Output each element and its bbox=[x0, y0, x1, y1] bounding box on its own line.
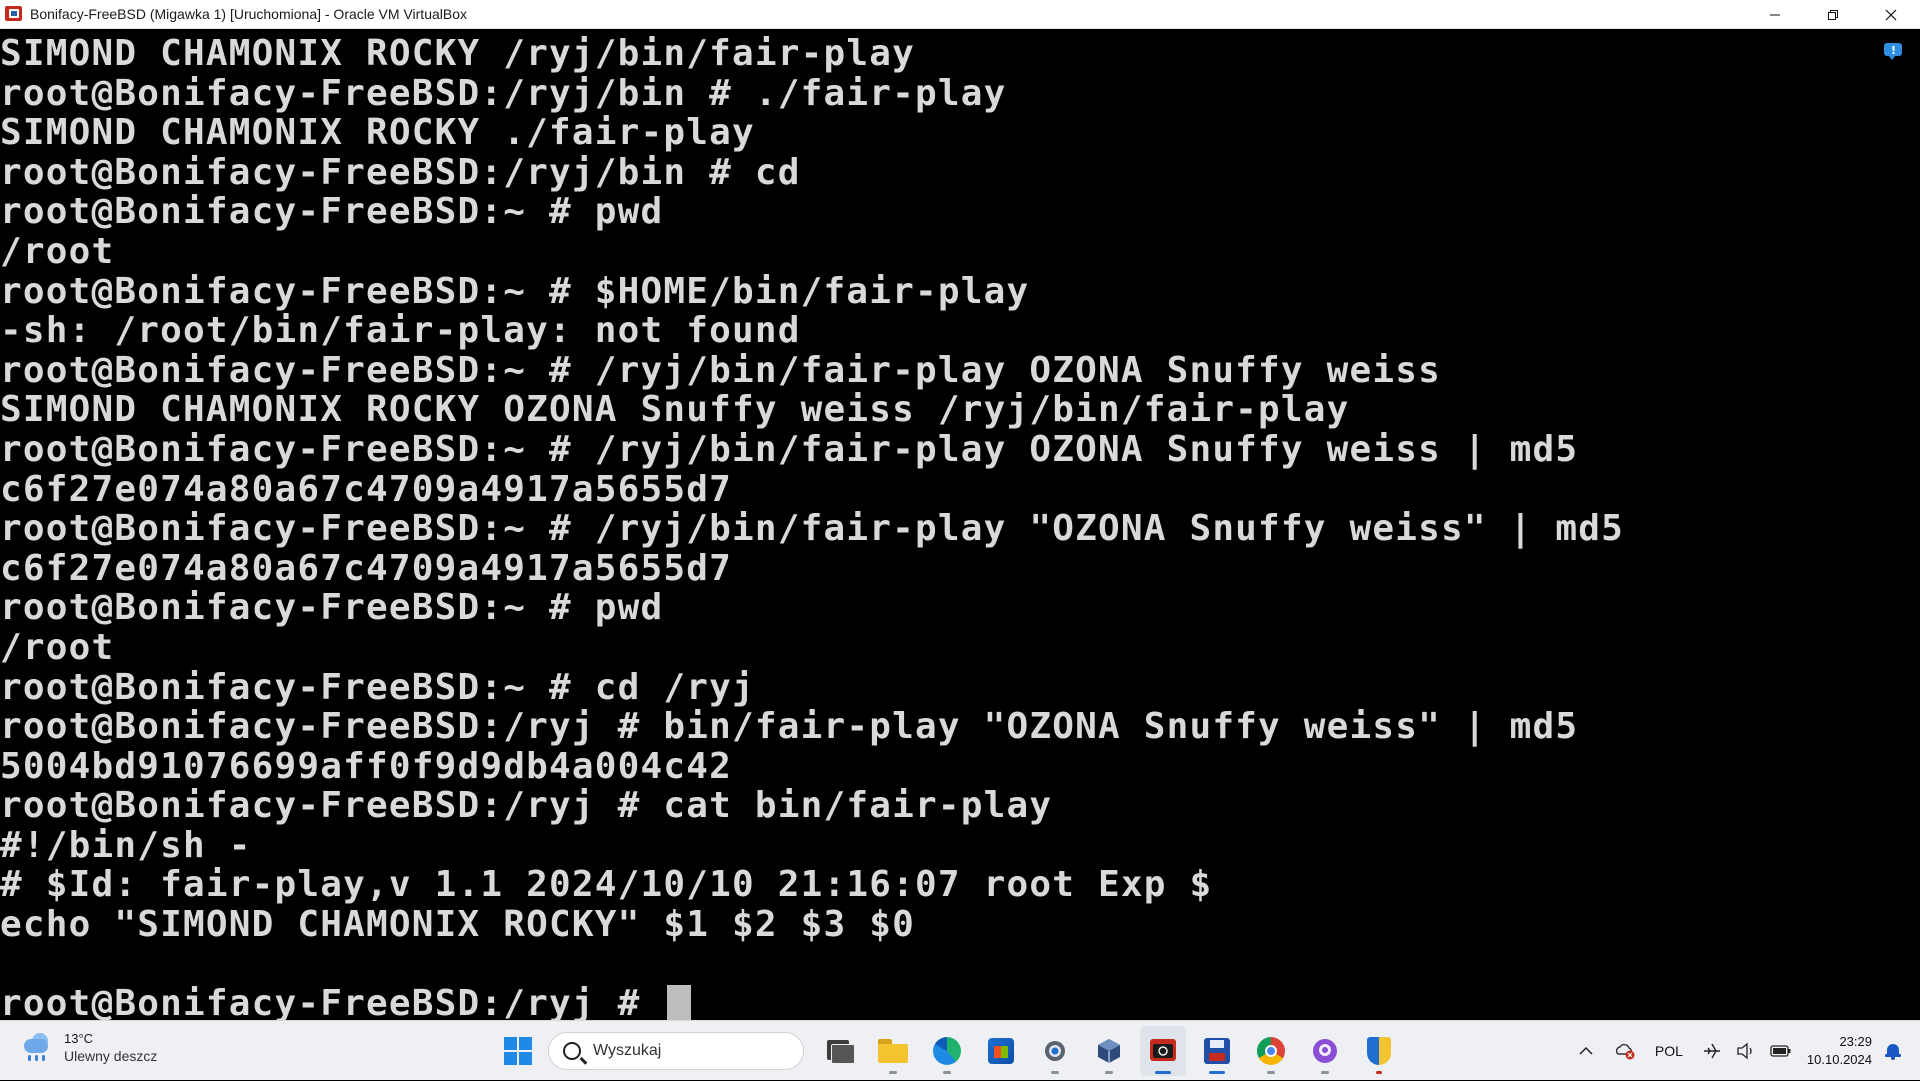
save-app-icon bbox=[1204, 1038, 1230, 1064]
terminal-line: 5004bd91076699aff0f9d9db4a004c42 bbox=[0, 745, 732, 787]
taskbar-center: Wyszukaj bbox=[496, 1021, 1406, 1081]
network-button[interactable] bbox=[1702, 1042, 1722, 1060]
battery-charging-icon bbox=[1770, 1045, 1791, 1057]
task-view-button[interactable] bbox=[816, 1026, 862, 1076]
language-indicator[interactable]: POL bbox=[1655, 1043, 1683, 1059]
clock-time: 23:29 bbox=[1839, 1034, 1872, 1049]
terminal-line: root@Bonifacy-FreeBSD:~ # $HOME/bin/fair… bbox=[0, 270, 1030, 312]
restore-icon bbox=[1828, 9, 1838, 20]
volume-icon bbox=[1737, 1042, 1752, 1060]
window-title: Bonifacy-FreeBSD (Migawka 1) [Uruchomion… bbox=[30, 6, 468, 22]
windows-logo-icon bbox=[504, 1037, 532, 1065]
minimize-button[interactable] bbox=[1746, 0, 1804, 29]
settings-button[interactable] bbox=[1032, 1026, 1078, 1076]
window-controls bbox=[1746, 0, 1920, 29]
weather-description: Ulewny deszcz bbox=[64, 1047, 158, 1064]
terminal-app-icon bbox=[1150, 1039, 1176, 1061]
terminal-line: c6f27e074a80a67c4709a4917a5655d7 bbox=[0, 468, 732, 510]
terminal-line: root@Bonifacy-FreeBSD:~ # /ryj/bin/fair-… bbox=[0, 428, 1579, 470]
chevron-up-icon bbox=[1579, 1046, 1593, 1055]
chrome-button[interactable] bbox=[1248, 1026, 1294, 1076]
restore-button[interactable] bbox=[1804, 0, 1862, 29]
terminal-line: root@Bonifacy-FreeBSD:~ # pwd bbox=[0, 587, 664, 629]
terminal-line: root@Bonifacy-FreeBSD:~ # /ryj/bin/fair-… bbox=[0, 508, 1625, 550]
settings-icon bbox=[1045, 1041, 1065, 1061]
edge-icon bbox=[933, 1037, 961, 1065]
terminal-line: root@Bonifacy-FreeBSD:/ryj/bin # ./fair-… bbox=[0, 72, 1007, 114]
terminal-line: root@Bonifacy-FreeBSD:~ # pwd bbox=[0, 191, 664, 233]
notification-bell-icon[interactable] bbox=[1884, 1042, 1902, 1060]
vm-notification-icon[interactable]: ! bbox=[1884, 43, 1904, 61]
terminal-line: # $Id: fair-play,v 1.1 2024/10/10 21:16:… bbox=[0, 864, 1213, 906]
terminal-line: /root bbox=[0, 626, 115, 668]
task-view-icon bbox=[825, 1040, 855, 1064]
close-button[interactable] bbox=[1862, 0, 1920, 29]
terminal-line: echo "SIMOND CHAMONIX ROCKY" $1 $2 $3 $0 bbox=[0, 904, 915, 946]
virtualbox-icon bbox=[1098, 1039, 1120, 1063]
security-button[interactable] bbox=[1356, 1026, 1402, 1076]
github-button[interactable] bbox=[1302, 1026, 1348, 1076]
vm-console[interactable]: SIMOND CHAMONIX ROCKY /ryj/bin/fair-play… bbox=[0, 29, 1920, 1020]
terminal-output: SIMOND CHAMONIX ROCKY /ryj/bin/fair-play… bbox=[0, 34, 1624, 1020]
cloud-error-icon bbox=[1615, 1043, 1635, 1060]
terminal-line: root@Bonifacy-FreeBSD:~ # /ryj/bin/fair-… bbox=[0, 349, 1442, 391]
search-placeholder: Wyszukaj bbox=[593, 1042, 662, 1059]
start-button[interactable] bbox=[496, 1029, 540, 1073]
github-icon bbox=[1313, 1039, 1337, 1063]
system-tray: POL 23:29 10.10.2024 bbox=[1572, 1021, 1920, 1081]
terminal-line: SIMOND CHAMONIX ROCKY ./fair-play bbox=[0, 112, 755, 154]
rain-cloud-icon bbox=[20, 1029, 56, 1065]
virtualbox-button[interactable] bbox=[1086, 1026, 1132, 1076]
terminal-line: root@Bonifacy-FreeBSD:~ # cd /ryj bbox=[0, 666, 755, 708]
terminal-prompt-line[interactable]: root@Bonifacy-FreeBSD:/ryj # bbox=[0, 984, 1624, 1020]
clock-date: 10.10.2024 bbox=[1806, 1052, 1872, 1067]
tray-overflow-button[interactable] bbox=[1579, 1046, 1593, 1056]
minimize-icon bbox=[1770, 14, 1780, 15]
terminal-line: root@Bonifacy-FreeBSD:/ryj/bin # cd bbox=[0, 151, 801, 193]
taskbar: 13°C Ulewny deszcz Wyszukaj POL 23:29 10… bbox=[0, 1020, 1920, 1080]
security-icon bbox=[1367, 1037, 1391, 1065]
onedrive-button[interactable] bbox=[1614, 1042, 1636, 1060]
store-button[interactable] bbox=[978, 1026, 1024, 1076]
terminal-cursor bbox=[667, 985, 692, 1020]
terminal-line: #!/bin/sh - bbox=[0, 824, 252, 866]
terminal-line: root@Bonifacy-FreeBSD:/ryj # cat bin/fai… bbox=[0, 785, 1053, 827]
terminal-line: /root bbox=[0, 230, 115, 272]
file-explorer-button[interactable] bbox=[870, 1026, 916, 1076]
terminal-app-button[interactable] bbox=[1140, 1026, 1186, 1076]
terminal-line: SIMOND CHAMONIX ROCKY OZONA Snuffy weiss… bbox=[0, 389, 1350, 431]
edge-button[interactable] bbox=[924, 1026, 970, 1076]
search-icon bbox=[563, 1042, 581, 1060]
close-icon bbox=[1885, 9, 1897, 20]
virtualbox-app-icon bbox=[4, 4, 24, 24]
terminal-line: root@Bonifacy-FreeBSD:/ryj # bin/fair-pl… bbox=[0, 706, 1579, 748]
terminal-line: -sh: /root/bin/fair-play: not found bbox=[0, 310, 801, 352]
file-explorer-icon bbox=[878, 1039, 908, 1063]
battery-button[interactable] bbox=[1770, 1043, 1792, 1059]
volume-button[interactable] bbox=[1736, 1042, 1756, 1060]
airplane-network-icon bbox=[1703, 1043, 1720, 1059]
save-app-button[interactable] bbox=[1194, 1026, 1240, 1076]
weather-widget[interactable]: 13°C Ulewny deszcz bbox=[20, 1029, 157, 1065]
taskbar-search[interactable]: Wyszukaj bbox=[548, 1032, 804, 1070]
window-title-bar[interactable]: Bonifacy-FreeBSD (Migawka 1) [Uruchomion… bbox=[0, 0, 1920, 29]
weather-temperature: 13°C bbox=[64, 1030, 94, 1046]
taskbar-clock[interactable]: 23:29 10.10.2024 bbox=[1807, 1033, 1872, 1069]
store-icon bbox=[988, 1038, 1014, 1064]
terminal-line: SIMOND CHAMONIX ROCKY /ryj/bin/fair-play bbox=[0, 33, 915, 74]
terminal-prompt: root@Bonifacy-FreeBSD:/ryj # bbox=[0, 983, 664, 1020]
terminal-line: c6f27e074a80a67c4709a4917a5655d7 bbox=[0, 547, 732, 589]
chrome-icon bbox=[1257, 1037, 1285, 1065]
